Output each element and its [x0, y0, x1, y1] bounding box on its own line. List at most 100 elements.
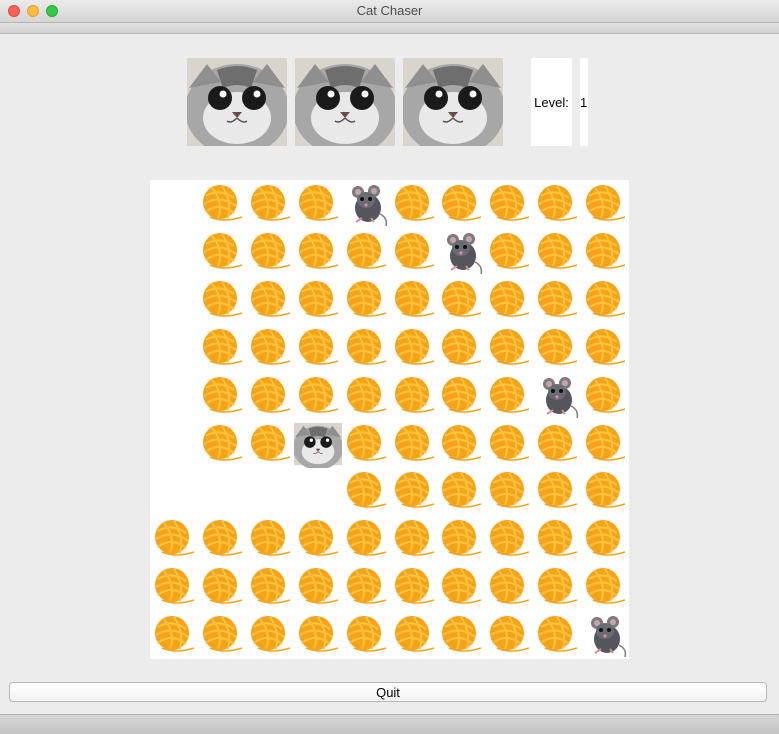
yarn-ball-icon[interactable] — [533, 228, 581, 276]
mouse-icon[interactable] — [437, 228, 485, 276]
yarn-ball-icon[interactable] — [533, 180, 581, 228]
yarn-ball-icon[interactable] — [294, 228, 342, 276]
yarn-ball-icon[interactable] — [437, 180, 485, 228]
yarn-ball-icon[interactable] — [198, 324, 246, 372]
yarn-ball-icon[interactable] — [294, 180, 342, 228]
yarn-ball-icon[interactable] — [390, 515, 438, 563]
yarn-ball-icon[interactable] — [246, 611, 294, 659]
yarn-ball-icon[interactable] — [390, 276, 438, 324]
yarn-ball-icon[interactable] — [294, 515, 342, 563]
cat-face-icon — [293, 58, 397, 156]
yarn-ball-icon[interactable] — [198, 180, 246, 228]
yarn-ball-icon[interactable] — [390, 228, 438, 276]
yarn-ball-icon[interactable] — [437, 515, 485, 563]
yarn-ball-icon[interactable] — [150, 611, 198, 659]
yarn-ball-icon[interactable] — [294, 324, 342, 372]
yarn-ball-icon[interactable] — [485, 324, 533, 372]
bottom-strip — [0, 714, 779, 734]
yarn-ball-icon[interactable] — [294, 372, 342, 420]
yarn-ball-icon[interactable] — [342, 372, 390, 420]
quit-button[interactable]: Quit — [9, 682, 767, 702]
yarn-ball-icon[interactable] — [581, 372, 629, 420]
yarn-ball-icon[interactable] — [581, 563, 629, 611]
toolbar-strip — [0, 23, 779, 34]
yarn-ball-icon[interactable] — [485, 372, 533, 420]
yarn-ball-icon[interactable] — [390, 467, 438, 515]
yarn-ball-icon[interactable] — [390, 372, 438, 420]
yarn-ball-icon[interactable] — [342, 324, 390, 372]
yarn-ball-icon[interactable] — [198, 515, 246, 563]
yarn-ball-icon[interactable] — [198, 611, 246, 659]
yarn-ball-icon[interactable] — [198, 563, 246, 611]
yarn-ball-icon[interactable] — [581, 324, 629, 372]
yarn-ball-icon[interactable] — [150, 563, 198, 611]
yarn-ball-icon[interactable] — [485, 420, 533, 468]
yarn-ball-icon[interactable] — [437, 467, 485, 515]
yarn-ball-icon[interactable] — [485, 563, 533, 611]
yarn-ball-icon[interactable] — [533, 515, 581, 563]
yarn-ball-icon[interactable] — [581, 420, 629, 468]
yarn-ball-icon[interactable] — [485, 467, 533, 515]
yarn-ball-icon[interactable] — [342, 515, 390, 563]
yarn-ball-icon[interactable] — [342, 228, 390, 276]
yarn-ball-icon[interactable] — [198, 372, 246, 420]
yarn-ball-icon[interactable] — [246, 372, 294, 420]
yarn-ball-icon[interactable] — [533, 276, 581, 324]
yarn-ball-icon[interactable] — [246, 420, 294, 468]
yarn-ball-icon[interactable] — [294, 563, 342, 611]
yarn-ball-icon[interactable] — [581, 180, 629, 228]
yarn-ball-icon[interactable] — [437, 420, 485, 468]
yarn-ball-icon[interactable] — [246, 515, 294, 563]
yarn-ball-icon[interactable] — [294, 611, 342, 659]
mouse-icon[interactable] — [533, 372, 581, 420]
yarn-ball-icon[interactable] — [581, 228, 629, 276]
game-board[interactable] — [150, 180, 629, 659]
yarn-ball-icon[interactable] — [342, 276, 390, 324]
yarn-ball-icon[interactable] — [437, 372, 485, 420]
yarn-ball-icon[interactable] — [390, 563, 438, 611]
yarn-ball-icon[interactable] — [198, 276, 246, 324]
yarn-ball-icon[interactable] — [485, 515, 533, 563]
yarn-ball-icon[interactable] — [533, 467, 581, 515]
yarn-ball-icon[interactable] — [485, 276, 533, 324]
yarn-ball-icon[interactable] — [581, 467, 629, 515]
yarn-ball-icon[interactable] — [342, 467, 390, 515]
yarn-ball-icon[interactable] — [437, 611, 485, 659]
yarn-ball-icon[interactable] — [533, 563, 581, 611]
cat-face-icon — [185, 58, 289, 156]
yarn-ball-icon[interactable] — [198, 420, 246, 468]
yarn-ball-icon[interactable] — [533, 420, 581, 468]
yarn-ball-icon[interactable] — [150, 515, 198, 563]
level-label: Level: — [531, 58, 572, 146]
yarn-ball-icon[interactable] — [246, 228, 294, 276]
cat-icon[interactable] — [293, 420, 343, 470]
yarn-ball-icon[interactable] — [246, 324, 294, 372]
yarn-ball-icon[interactable] — [342, 420, 390, 468]
yarn-ball-icon[interactable] — [485, 180, 533, 228]
yarn-ball-icon[interactable] — [533, 611, 581, 659]
yarn-ball-icon[interactable] — [246, 276, 294, 324]
yarn-ball-icon[interactable] — [342, 563, 390, 611]
cat-face-icon — [401, 58, 505, 156]
yarn-ball-icon[interactable] — [246, 180, 294, 228]
yarn-ball-icon[interactable] — [437, 563, 485, 611]
level-value: 1 — [580, 58, 588, 146]
yarn-ball-icon[interactable] — [485, 611, 533, 659]
mouse-icon[interactable] — [581, 611, 629, 659]
yarn-ball-icon[interactable] — [437, 276, 485, 324]
yarn-ball-icon[interactable] — [390, 611, 438, 659]
window-title: Cat Chaser — [356, 3, 423, 18]
yarn-ball-icon[interactable] — [581, 276, 629, 324]
mouse-icon[interactable] — [342, 180, 390, 228]
yarn-ball-icon[interactable] — [198, 228, 246, 276]
yarn-ball-icon[interactable] — [246, 563, 294, 611]
yarn-ball-icon[interactable] — [390, 324, 438, 372]
yarn-ball-icon[interactable] — [294, 276, 342, 324]
yarn-ball-icon[interactable] — [581, 515, 629, 563]
yarn-ball-icon[interactable] — [342, 611, 390, 659]
yarn-ball-icon[interactable] — [533, 324, 581, 372]
yarn-ball-icon[interactable] — [485, 228, 533, 276]
yarn-ball-icon[interactable] — [437, 324, 485, 372]
yarn-ball-icon[interactable] — [390, 420, 438, 468]
yarn-ball-icon[interactable] — [390, 180, 438, 228]
